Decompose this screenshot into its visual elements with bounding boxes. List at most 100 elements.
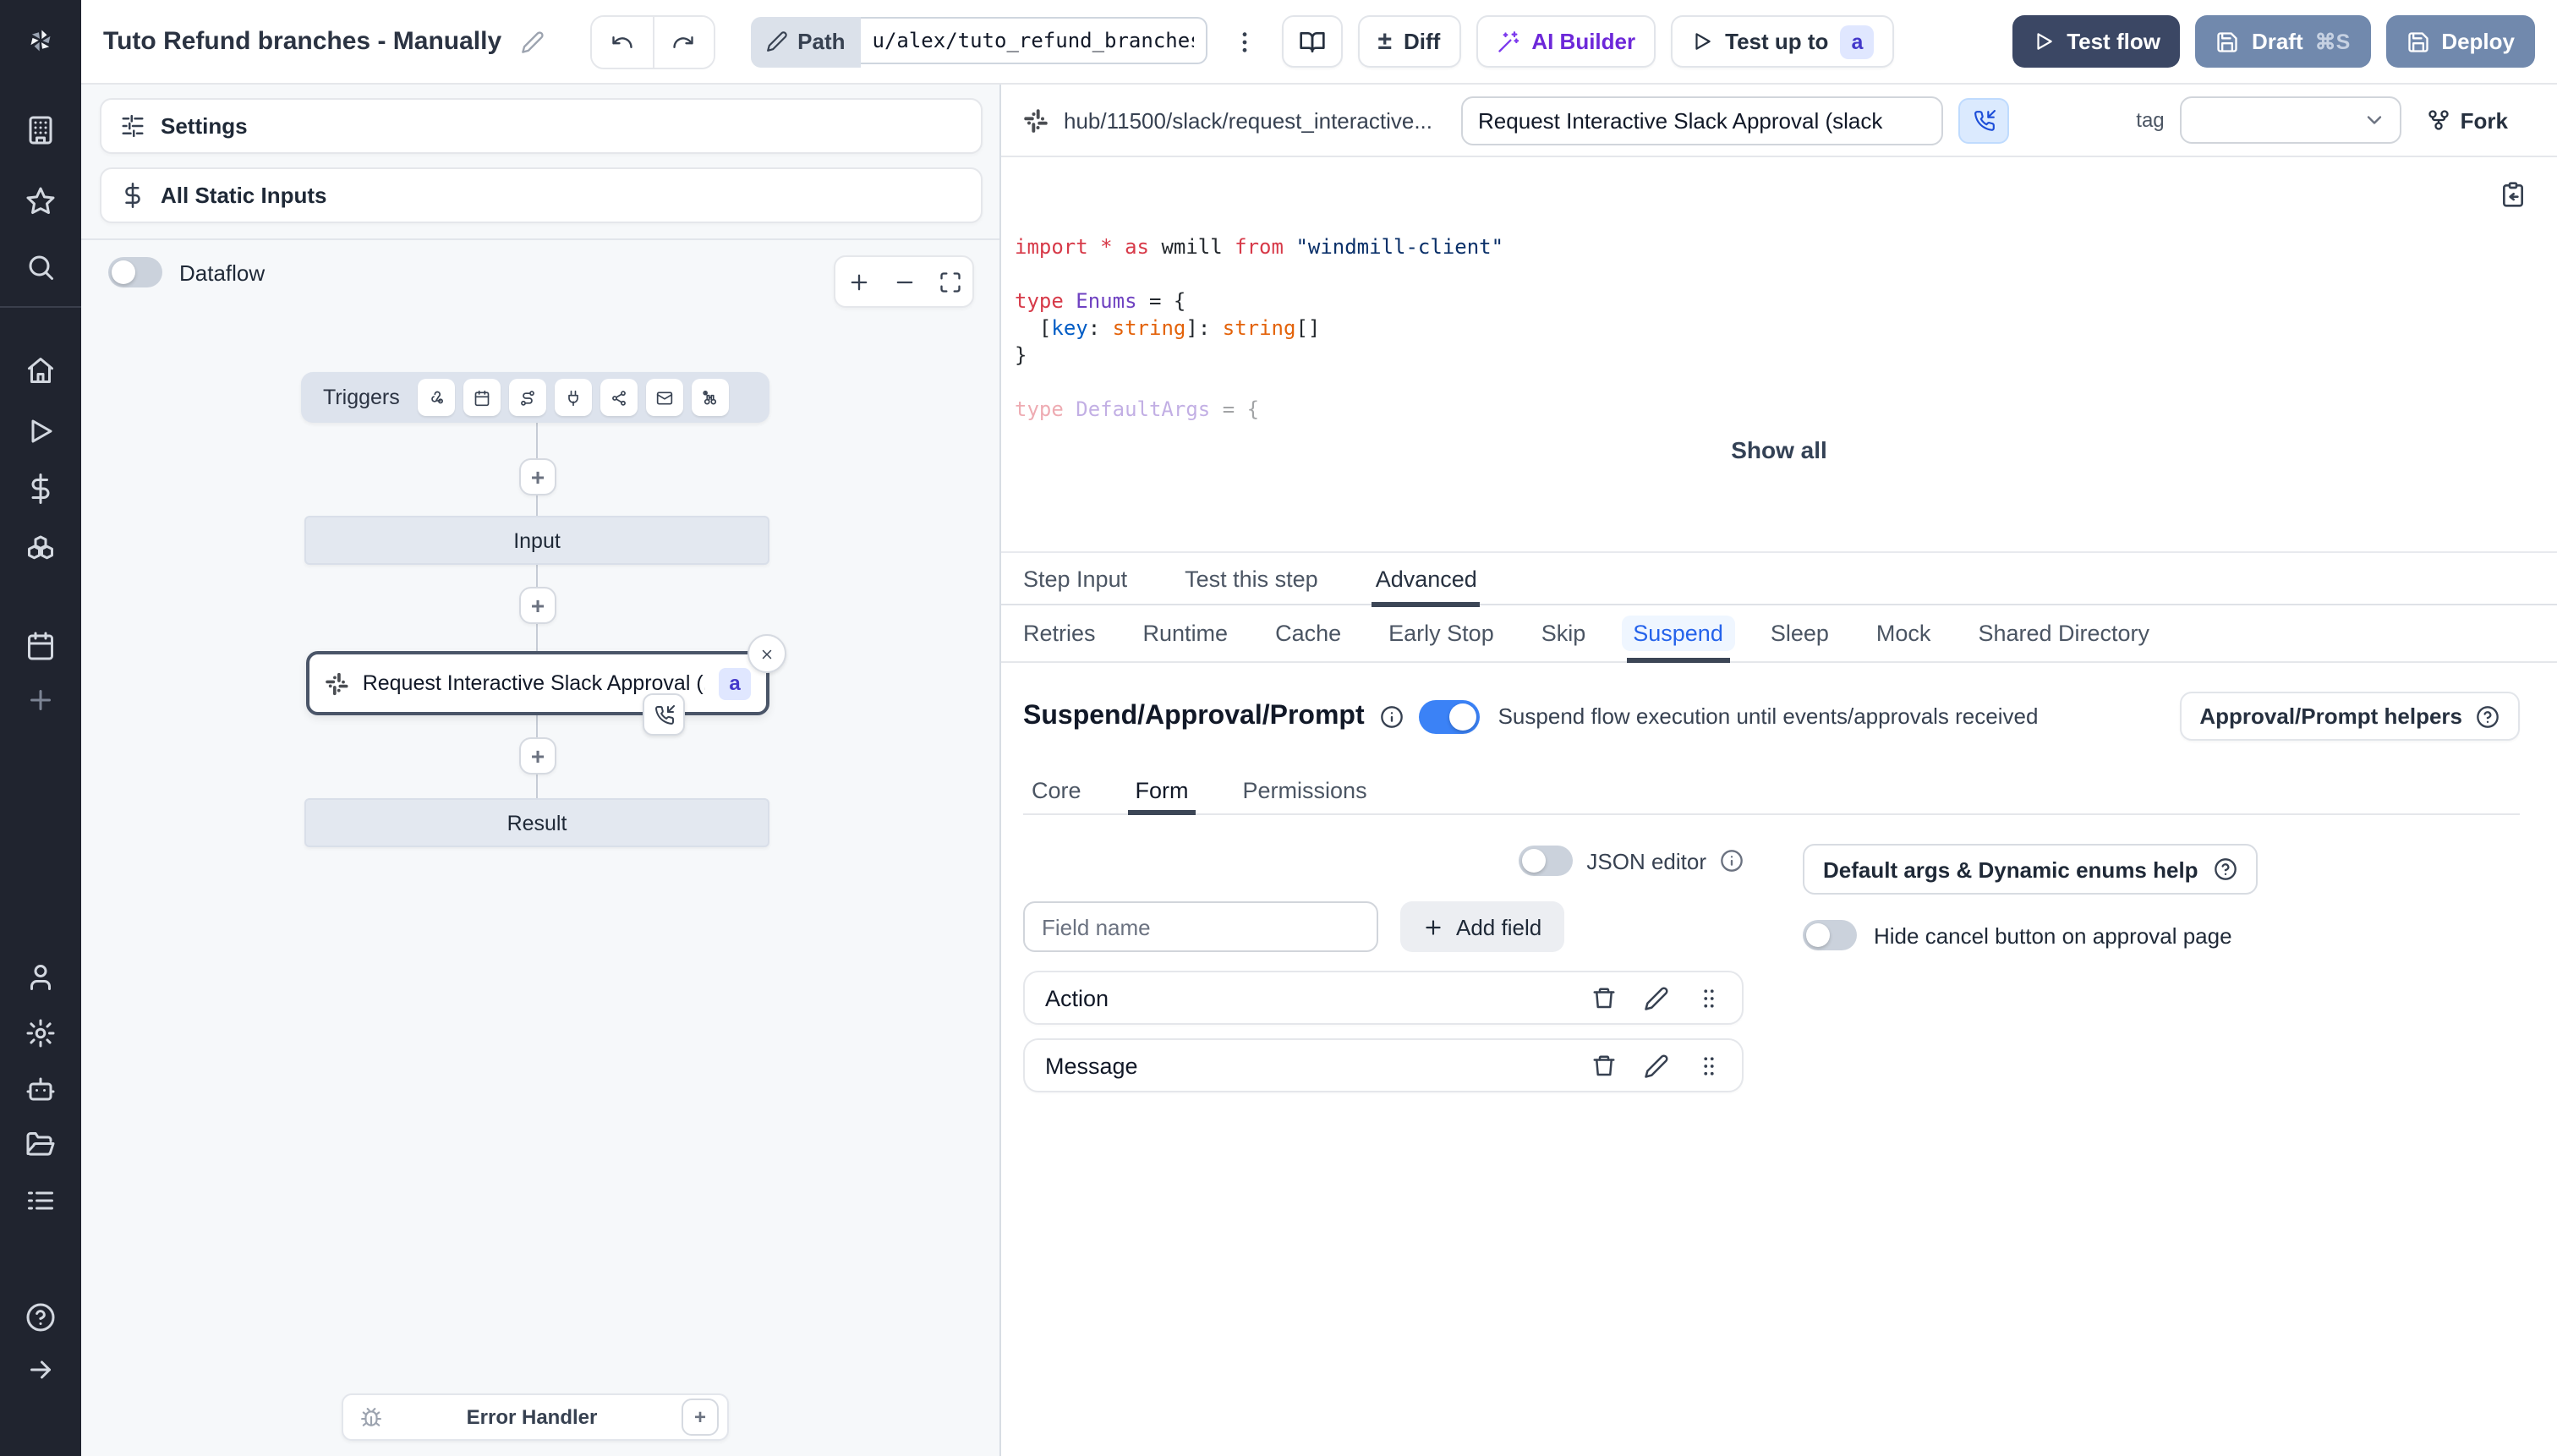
delete-field-icon[interactable]	[1591, 985, 1617, 1010]
ai-builder-button[interactable]: AI Builder	[1476, 15, 1656, 68]
tab-core[interactable]: Core	[1032, 768, 1081, 813]
default-args-help-button[interactable]: Default args & Dynamic enums help	[1803, 844, 2258, 895]
info-icon[interactable]	[1720, 849, 1744, 873]
windmill-flow-editor: Tuto Refund branches - Manually Path ±Di…	[0, 0, 2557, 1456]
schedule-trigger-icon[interactable]	[463, 379, 501, 416]
tab-step-input[interactable]: Step Input	[1023, 553, 1127, 604]
delete-field-icon[interactable]	[1591, 1053, 1617, 1078]
audit-list-icon[interactable]	[0, 1175, 81, 1226]
websocket-trigger-icon[interactable]	[555, 379, 593, 416]
flow-settings-bar[interactable]: Settings	[100, 98, 983, 154]
draft-shortcut: ⌘S	[2314, 30, 2351, 54]
deploy-button[interactable]: Deploy	[2385, 15, 2535, 68]
docs-book-button[interactable]	[1281, 15, 1343, 68]
subtab-suspend[interactable]: Suspend	[1621, 605, 1735, 663]
subtab-cache[interactable]: Cache	[1275, 605, 1341, 661]
step-name-input[interactable]	[1461, 96, 1944, 145]
redo-button[interactable]	[652, 16, 714, 67]
suspend-enable-toggle[interactable]	[1418, 699, 1480, 733]
zoom-in-icon[interactable]	[835, 259, 881, 304]
add-step-after-approval-button[interactable]: +	[519, 737, 556, 775]
subtab-mock[interactable]: Mock	[1876, 605, 1931, 661]
triggers-node[interactable]: Triggers	[301, 372, 769, 423]
test-up-to-button[interactable]: Test up to a	[1671, 15, 1895, 68]
add-step-after-input-button[interactable]: +	[519, 587, 556, 624]
undo-redo-group	[589, 14, 715, 68]
drag-handle-icon[interactable]	[1696, 1053, 1722, 1078]
add-step-above-input-button[interactable]: +	[519, 458, 556, 495]
delete-step-icon[interactable]	[747, 634, 786, 673]
subtab-shared-directory[interactable]: Shared Directory	[1978, 605, 2149, 661]
drag-handle-icon[interactable]	[1696, 985, 1722, 1010]
http-route-trigger-icon[interactable]	[509, 379, 547, 416]
input-node[interactable]: Input	[304, 516, 769, 565]
add-field-button[interactable]: Add field	[1400, 901, 1564, 952]
diff-button[interactable]: ± Diff	[1357, 15, 1461, 68]
webhook-trigger-icon[interactable]	[418, 379, 456, 416]
edit-field-icon[interactable]	[1644, 1053, 1669, 1078]
result-node[interactable]: Result	[304, 798, 769, 847]
workers-bot-icon[interactable]	[0, 1064, 81, 1114]
code-preview[interactable]: import * as wmill from "windmill-client"…	[1001, 157, 2557, 423]
test-flow-button[interactable]: Test flow	[2012, 15, 2181, 68]
slack-icon	[1023, 107, 1049, 133]
tag-select[interactable]	[2179, 96, 2401, 144]
fit-view-icon[interactable]	[927, 259, 972, 304]
subtab-skip[interactable]: Skip	[1541, 605, 1586, 661]
tab-advanced[interactable]: Advanced	[1372, 553, 1481, 607]
subtab-retries[interactable]: Retries	[1023, 605, 1096, 661]
step-id-badge: a	[719, 667, 751, 699]
suspend-phone-button[interactable]	[1958, 97, 2010, 143]
step-node-selected[interactable]: Request Interactive Slack Approval (... …	[306, 634, 786, 736]
more-menu-kebab-icon[interactable]	[1222, 16, 1267, 67]
resources-boxes-icon[interactable]	[0, 524, 81, 575]
help-icon[interactable]	[0, 1292, 81, 1343]
chevron-down-icon	[2363, 108, 2386, 132]
collapse-arrow-icon[interactable]	[0, 1344, 81, 1395]
hide-cancel-toggle[interactable]	[1803, 920, 1857, 950]
edit-title-icon[interactable]	[520, 30, 544, 53]
workspace-icon[interactable]	[0, 105, 81, 156]
subtab-sleep[interactable]: Sleep	[1771, 605, 1829, 661]
windmill-logo[interactable]	[0, 0, 81, 81]
dataflow-toggle[interactable]	[108, 257, 162, 287]
folders-icon[interactable]	[0, 1119, 81, 1170]
tab-form[interactable]: Form	[1128, 768, 1195, 815]
field-name-input[interactable]	[1023, 901, 1378, 952]
copy-code-icon[interactable]	[2489, 179, 2537, 210]
subtab-early-stop[interactable]: Early Stop	[1388, 605, 1494, 661]
kafka-trigger-icon[interactable]	[600, 379, 638, 416]
variables-dollar-icon[interactable]	[0, 463, 81, 514]
all-static-inputs-bar[interactable]: All Static Inputs	[100, 167, 983, 223]
help-icon	[2476, 704, 2500, 728]
settings-gear-icon[interactable]	[0, 1008, 81, 1059]
subtab-runtime[interactable]: Runtime	[1143, 605, 1229, 661]
path-input[interactable]	[860, 16, 1207, 63]
fork-button[interactable]: Fork	[2417, 106, 2518, 134]
approval-prompt-helpers-button[interactable]: Approval/Prompt helpers	[2179, 692, 2520, 741]
suspend-phone-badge-icon	[643, 693, 685, 736]
info-icon[interactable]	[1380, 704, 1404, 728]
schedules-calendar-icon[interactable]	[0, 621, 81, 671]
edit-field-icon[interactable]	[1644, 985, 1669, 1010]
user-icon[interactable]	[0, 952, 81, 1003]
home-icon[interactable]	[0, 345, 81, 396]
zoom-out-icon[interactable]	[881, 259, 927, 304]
favorites-star-icon[interactable]	[0, 176, 81, 227]
error-handler-node[interactable]: Error Handler +	[342, 1393, 729, 1441]
runs-play-icon[interactable]	[0, 406, 81, 457]
tab-test-this-step[interactable]: Test this step	[1185, 553, 1318, 604]
flow-title: Tuto Refund branches - Manually	[103, 27, 502, 56]
add-error-handler-icon[interactable]: +	[682, 1399, 719, 1436]
undo-button[interactable]	[591, 16, 653, 67]
draft-button[interactable]: Draft ⌘S	[2195, 15, 2371, 68]
path-chip[interactable]: Path	[750, 16, 861, 67]
tab-permissions[interactable]: Permissions	[1243, 768, 1367, 813]
json-editor-toggle[interactable]	[1519, 846, 1574, 876]
show-all-button[interactable]: Show all	[1721, 435, 1837, 465]
email-trigger-icon[interactable]	[646, 379, 684, 416]
code-lines: import * as wmill from "windmill-client"…	[1015, 235, 1504, 421]
create-plus-icon[interactable]	[0, 675, 81, 725]
poll-trigger-icon[interactable]	[692, 379, 730, 416]
search-icon[interactable]	[0, 242, 81, 293]
